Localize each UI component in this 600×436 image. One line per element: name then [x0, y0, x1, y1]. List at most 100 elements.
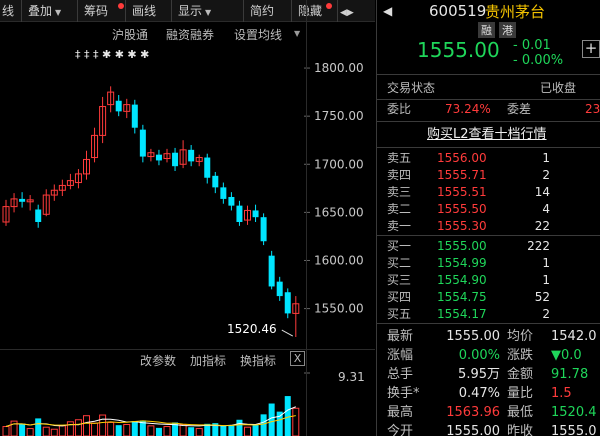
volume-ma5-line — [5, 406, 296, 428]
collapse-left-icon[interactable]: ◀ — [383, 4, 392, 18]
chip-label: 筹码 — [84, 4, 109, 18]
ask-row[interactable]: 卖三 1555.51 14 — [377, 184, 600, 201]
ask-vol: 22 — [534, 219, 550, 233]
hide-button[interactable]: 隐藏 — [292, 0, 338, 22]
ask-row[interactable]: 卖一 1555.30 22 — [377, 218, 600, 235]
stat-row: 换手* 0.47% 量比 1.5 — [377, 385, 600, 404]
stat-label: 换手* — [387, 386, 420, 401]
weibi-label: 委比 — [387, 102, 412, 116]
ask-label: 卖二 — [387, 202, 412, 216]
close-icon[interactable]: X — [290, 351, 305, 366]
stat-value: 1542.0 — [551, 329, 597, 344]
ask-row[interactable]: 卖五 1556.00 1 — [377, 150, 600, 167]
l2-upgrade-link[interactable]: 购买L2查看十档行情 — [427, 126, 547, 143]
y-axis-tick-label: 1800.00 — [314, 61, 364, 75]
bid-row[interactable]: 买一 1555.00 222 — [377, 238, 600, 255]
stat-label: 最新 — [387, 329, 414, 344]
simple-mode-label: 简约 — [250, 4, 275, 18]
scroll-arrows-icon: ◀▶ — [340, 8, 354, 18]
shanghai-connect-link[interactable]: 沪股通 — [112, 26, 148, 43]
moving-average-settings-link[interactable]: 设置均线 — [234, 26, 282, 43]
margin-tag: 融 — [478, 22, 495, 38]
ask-price: 1555.51 — [437, 185, 487, 199]
chevron-down-icon: ▼ — [205, 8, 212, 17]
hk-connect-tag: 港 — [499, 22, 516, 38]
stat-value: 1563.96 — [446, 405, 500, 420]
ask-price: 1556.00 — [437, 151, 487, 165]
stat-label: 金额 — [507, 367, 534, 382]
price-chart[interactable]: 1800.00 1750.00 1700.00 1650.00 1600.00 1550.… — [0, 44, 375, 349]
y-axis-tick-label: 1750.00 — [314, 109, 364, 123]
ask-row[interactable]: 卖四 1555.71 2 — [377, 167, 600, 184]
overlay-dropdown[interactable]: 叠加 ▼ — [22, 0, 78, 22]
candle-body-down — [139, 129, 146, 157]
add-watchlist-icon[interactable]: + — [582, 40, 600, 58]
hide-label: 隐藏 — [298, 4, 323, 18]
y-axis-tick-label: 1600.00 — [314, 253, 364, 267]
stat-value: 0.47% — [458, 386, 500, 401]
candle-body-down — [172, 152, 179, 167]
volume-bar-down — [236, 419, 243, 436]
ask-label: 卖一 — [387, 219, 412, 233]
candle-body-down — [155, 154, 162, 161]
l2-upgrade-row[interactable]: 购买L2查看十档行情 — [377, 126, 600, 144]
volume-panel-header: 改参数 加指标 换指标 — [0, 349, 375, 369]
volume-bar-up — [163, 426, 171, 436]
candle-body-down — [252, 210, 259, 218]
chevron-down-icon[interactable]: ▼ — [294, 29, 300, 38]
chip-button[interactable]: 筹码 — [78, 0, 126, 22]
bid-price: 1554.99 — [437, 256, 487, 270]
candle-body-down — [204, 157, 211, 178]
toolbar-item-left-fragment[interactable]: 线 — [0, 0, 22, 22]
ask-price: 1555.30 — [437, 219, 487, 233]
draw-line-button[interactable]: 画线 — [126, 0, 172, 22]
stat-label: 涨跌 — [507, 348, 534, 363]
bid-label: 买三 — [387, 273, 412, 287]
separator — [377, 323, 600, 324]
volume-bar-up — [42, 426, 50, 436]
candle-body-down — [115, 100, 122, 112]
candle-body-down — [268, 255, 275, 287]
toolbar-fragment-label: 线 — [2, 4, 15, 18]
stat-value: 1555.00 — [446, 329, 500, 344]
ask-vol: 1 — [542, 151, 550, 165]
bid-row[interactable]: 买四 1554.75 52 — [377, 289, 600, 306]
toolbar-scroll-arrows[interactable]: ◀▶ — [338, 0, 360, 22]
margin-trading-link[interactable]: 融资融券 — [166, 26, 214, 43]
draw-line-label: 画线 — [132, 4, 157, 18]
notification-dot-icon — [118, 3, 124, 9]
edit-params-button[interactable]: 改参数 — [140, 352, 176, 369]
stat-label: 量比 — [507, 386, 534, 401]
bid-label: 买二 — [387, 256, 412, 270]
stat-label: 最低 — [507, 405, 534, 420]
candle-body-down — [188, 149, 195, 162]
candle-body-down — [19, 198, 26, 202]
volume-bar-down — [131, 421, 138, 436]
volume-ma10-line — [5, 415, 296, 428]
separator — [377, 99, 600, 100]
stat-label: 今开 — [387, 424, 414, 436]
display-dropdown[interactable]: 显示 ▼ — [172, 0, 244, 22]
stock-code: 600519 — [429, 2, 487, 20]
status-value: 已收盘 — [540, 81, 577, 95]
volume-bar-up — [99, 414, 107, 436]
y-axis-tick-label: 1550.00 — [314, 302, 364, 316]
ask-label: 卖四 — [387, 168, 412, 182]
bid-price: 1554.90 — [437, 273, 487, 287]
bid-row[interactable]: 买二 1554.99 1 — [377, 255, 600, 272]
bid-row[interactable]: 买五 1554.17 2 — [377, 306, 600, 323]
ask-row[interactable]: 卖二 1555.50 4 — [377, 201, 600, 218]
volume-bar-down — [284, 396, 291, 436]
stat-value: 91.78 — [551, 367, 589, 382]
stat-value: 1555.00 — [446, 424, 500, 436]
chevron-down-icon: ▼ — [55, 8, 62, 17]
candle-body-down — [220, 187, 227, 199]
notification-dot-icon — [326, 3, 332, 9]
volume-chart[interactable]: 9.31 — [0, 369, 375, 436]
add-indicator-button[interactable]: 加指标 — [190, 352, 226, 369]
bid-price: 1555.00 — [437, 239, 487, 253]
candle-body-down — [228, 196, 235, 206]
bid-row[interactable]: 买三 1554.90 1 — [377, 272, 600, 289]
simple-mode-button[interactable]: 简约 — [244, 0, 292, 22]
switch-indicator-button[interactable]: 换指标 — [240, 352, 276, 369]
